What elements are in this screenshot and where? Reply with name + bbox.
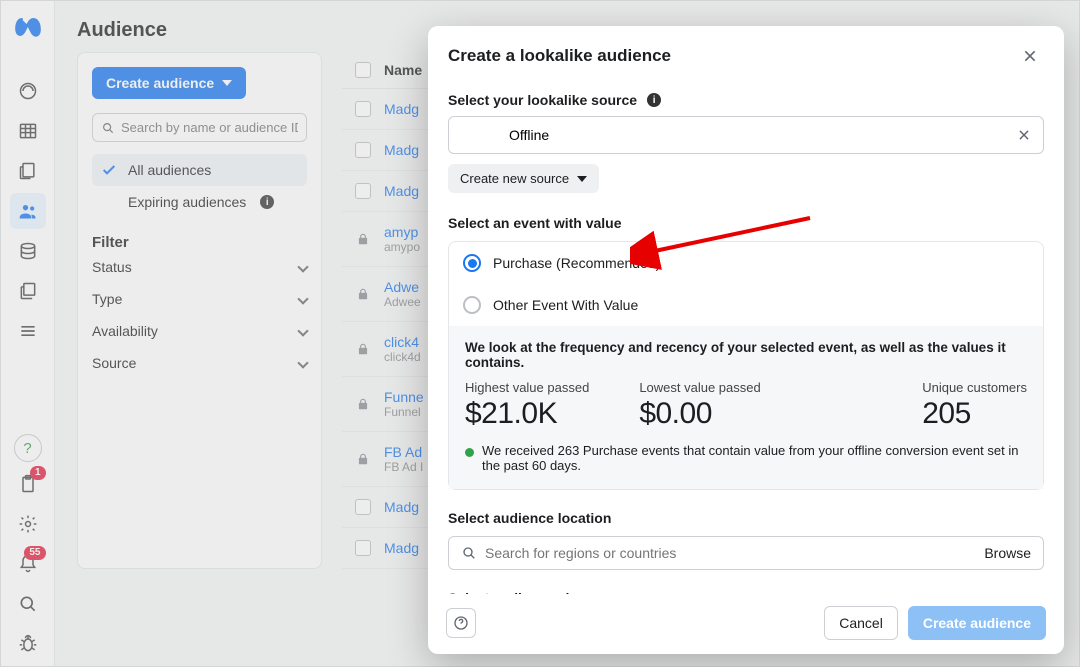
info-icon[interactable]: i [647,93,661,107]
radio-purchase[interactable]: Purchase (Recommended) [449,242,1043,284]
stat-highest: Highest value passed $21.0K [465,380,589,431]
stat-lowest: Lowest value passed $0.00 [639,380,760,431]
cancel-button[interactable]: Cancel [824,606,898,640]
radio-icon [463,254,481,272]
create-new-source-label: Create new source [460,171,569,186]
close-icon[interactable] [1016,42,1044,70]
radio-other-event[interactable]: Other Event With Value [449,284,1043,326]
source-value: Offline [509,127,549,143]
search-icon [461,545,477,561]
modal-title: Create a lookalike audience [448,46,671,66]
stats-note: We received 263 Purchase events that con… [465,443,1027,473]
radio-other-label: Other Event With Value [493,297,638,313]
radio-purchase-label: Purchase (Recommended) [493,255,660,271]
source-label: Select your lookalike source i [448,92,1044,108]
event-box: Purchase (Recommended) Other Event With … [448,241,1044,490]
caret-down-icon [577,176,587,182]
event-stats: We look at the frequency and recency of … [449,326,1043,489]
create-new-source-button[interactable]: Create new source [448,164,599,193]
modal-footer: Cancel Create audience [428,594,1064,654]
location-input[interactable] [485,545,976,561]
location-search[interactable]: Browse [448,536,1044,570]
create-audience-submit-button[interactable]: Create audience [908,606,1046,640]
browse-link[interactable]: Browse [984,545,1031,561]
source-field[interactable]: Offline [448,116,1044,154]
event-label: Select an event with value [448,215,1044,231]
create-lookalike-modal: Create a lookalike audience Select your … [428,26,1064,654]
radio-icon [463,296,481,314]
status-dot-icon [465,448,474,457]
stats-explain: We look at the frequency and recency of … [465,340,1027,370]
location-label: Select audience location [448,510,1044,526]
help-icon[interactable] [446,608,476,638]
stat-unique: Unique customers 205 [922,380,1027,431]
clear-source-icon[interactable] [1017,128,1031,142]
